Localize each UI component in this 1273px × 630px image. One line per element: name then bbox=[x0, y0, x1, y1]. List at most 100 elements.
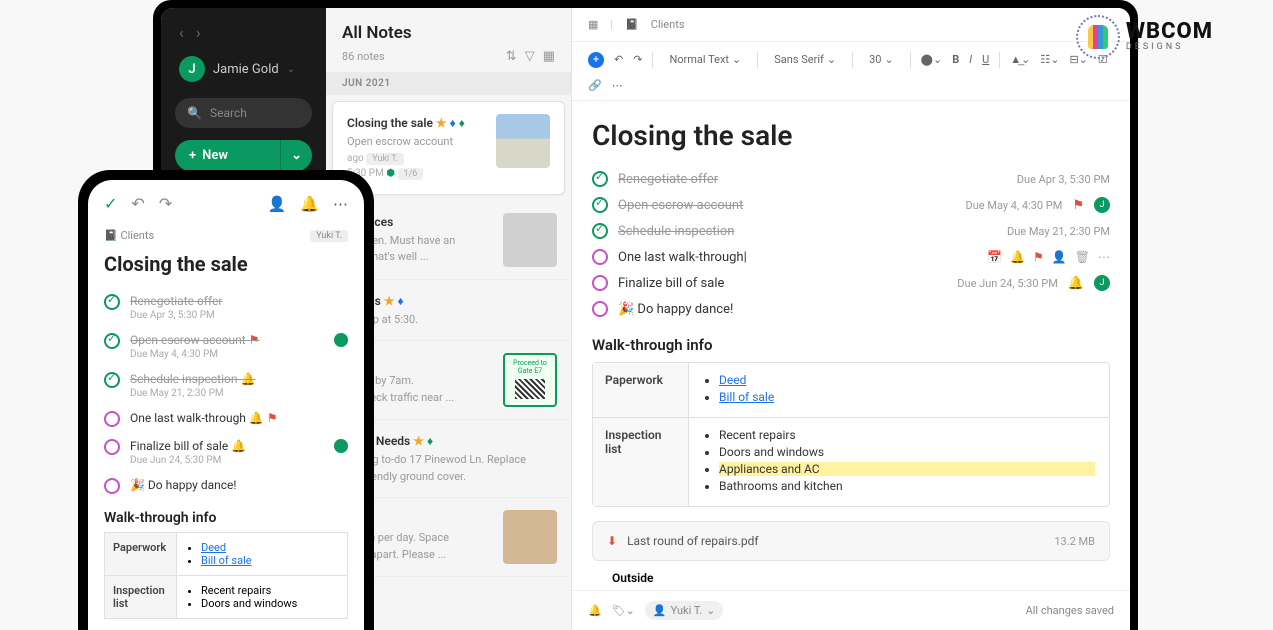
task-checkbox[interactable] bbox=[104, 411, 120, 427]
list-item: Recent repairs bbox=[719, 428, 1095, 442]
new-button[interactable]: +New ⌄ bbox=[175, 140, 312, 171]
task-checkbox[interactable] bbox=[104, 372, 120, 388]
info-table: Paperwork DeedBill of sale Inspection li… bbox=[592, 362, 1110, 507]
section-heading: Walk-through info bbox=[592, 336, 1110, 354]
underline-icon[interactable]: U bbox=[982, 53, 989, 66]
task-row[interactable]: 🎉 Do happy dance! bbox=[592, 296, 1110, 322]
link[interactable]: Bill of sale bbox=[201, 554, 252, 567]
check-icon[interactable]: ✓ bbox=[104, 194, 117, 213]
task-row[interactable]: Open escrow account ⚑Due May 4, 4:30 PM bbox=[104, 327, 348, 366]
color-icon[interactable]: ⬤⌄ bbox=[921, 53, 943, 66]
task-checkbox[interactable] bbox=[104, 333, 120, 349]
reminder-icon[interactable]: 🔔 bbox=[300, 195, 319, 213]
italic-icon[interactable]: I bbox=[969, 53, 972, 66]
task-checkbox[interactable] bbox=[592, 249, 608, 265]
pdf-icon: ⬇ bbox=[607, 534, 617, 548]
flag-icon: ⚑ bbox=[1072, 198, 1084, 213]
task-checkbox[interactable] bbox=[104, 478, 120, 494]
task-row[interactable]: One last walk-through| 📅 🔔 ⚑ 👤 🗑 ⋯ bbox=[592, 244, 1110, 270]
task-checkbox[interactable] bbox=[592, 171, 608, 187]
bell-icon: 🔔 bbox=[1068, 276, 1084, 291]
task-actions: 📅 🔔 ⚑ 👤 🗑 ⋯ bbox=[987, 250, 1110, 264]
task-checkbox[interactable] bbox=[592, 223, 608, 239]
nav-arrows: ‹ › bbox=[161, 23, 326, 42]
task-checkbox[interactable] bbox=[592, 197, 608, 213]
back-icon[interactable]: ‹ bbox=[179, 23, 184, 42]
crumb-text[interactable]: Clients bbox=[120, 229, 154, 242]
note-count: 86 notes bbox=[342, 50, 385, 63]
filter-icon[interactable]: ▽ bbox=[525, 49, 535, 64]
assign-icon[interactable]: 👤 bbox=[1052, 250, 1067, 264]
link[interactable]: Deed bbox=[719, 373, 746, 387]
task-checkbox[interactable] bbox=[104, 439, 120, 455]
bell-icon[interactable]: 🔔 bbox=[1010, 250, 1025, 264]
new-dropdown[interactable]: ⌄ bbox=[280, 140, 312, 171]
task-row[interactable]: One last walk-through 🔔 ⚑ bbox=[104, 405, 348, 433]
task-row[interactable]: Renegotiate offer Due Apr 3, 5:30 PM bbox=[592, 166, 1110, 192]
task-text: Finalize bill of sale bbox=[618, 276, 947, 291]
sort-icon[interactable]: ⇅ bbox=[506, 49, 517, 64]
editor-footer: 🔔 🏷⌄ 👤Yuki T.⌄ All changes saved bbox=[572, 590, 1130, 630]
assignee-avatar bbox=[334, 333, 348, 347]
more-icon[interactable]: ⋯ bbox=[1098, 250, 1110, 264]
link[interactable]: Deed bbox=[201, 541, 226, 554]
search-input[interactable]: 🔍 Search bbox=[175, 98, 312, 128]
task-checkbox[interactable] bbox=[592, 301, 608, 317]
search-icon: 🔍 bbox=[187, 106, 202, 120]
task-checkbox[interactable] bbox=[104, 294, 120, 310]
bold-icon[interactable]: B bbox=[952, 53, 959, 66]
task-row[interactable]: 🎉 Do happy dance! bbox=[104, 472, 348, 500]
list-item: Doors and windows bbox=[201, 597, 337, 610]
forward-icon[interactable]: › bbox=[196, 23, 201, 42]
font-select[interactable]: Sans Serif ⌄ bbox=[768, 50, 842, 69]
user-menu[interactable]: J Jamie Gold ⌄ bbox=[161, 56, 326, 82]
person-add-icon[interactable]: 👤 bbox=[268, 195, 287, 213]
size-select[interactable]: 30 ⌄ bbox=[863, 50, 900, 69]
task-row[interactable]: Open escrow accountDue May 4, 4:30 PM⚑J bbox=[592, 192, 1110, 218]
breadcrumb[interactable]: Clients bbox=[651, 18, 685, 31]
redo-icon[interactable]: ↷ bbox=[633, 53, 642, 66]
author-pill[interactable]: 👤Yuki T.⌄ bbox=[645, 601, 723, 620]
task-checkbox[interactable] bbox=[592, 275, 608, 291]
task-row[interactable]: Schedule inspectionDue May 21, 2:30 PM bbox=[592, 218, 1110, 244]
phone-frame: ✓↶↷ 👤🔔⋯ 📓 Clients Yuki T. Closing the sa… bbox=[78, 170, 374, 630]
editor-body[interactable]: Closing the sale Renegotiate offer Due Ap… bbox=[572, 101, 1130, 590]
task-row[interactable]: Renegotiate offerDue Apr 3, 5:30 PM bbox=[104, 288, 348, 327]
redo-icon[interactable]: ↷ bbox=[159, 194, 172, 213]
view-icon[interactable]: ▦ bbox=[543, 49, 555, 64]
phone-tasks: Renegotiate offerDue Apr 3, 5:30 PM Open… bbox=[88, 288, 364, 500]
author-tag: Yuki T. bbox=[366, 153, 404, 165]
link[interactable]: Bill of sale bbox=[719, 390, 774, 404]
editor-topbar: ▦ | 📓 Clients bbox=[572, 8, 1130, 42]
bell-icon[interactable]: 🔔 bbox=[588, 604, 602, 617]
insert-icon[interactable]: + bbox=[588, 52, 604, 68]
task-text: 🎉 Do happy dance! bbox=[618, 302, 1110, 317]
task-due: Due Jun 24, 5:30 PM bbox=[957, 277, 1058, 290]
more-icon[interactable]: ⋯ bbox=[333, 195, 348, 213]
task-row[interactable]: Finalize bill of sale Due Jun 24, 5:30 PM… bbox=[592, 270, 1110, 296]
note-item[interactable]: Closing the sale ★ ♦ ♦ Open escrow accou… bbox=[332, 101, 565, 195]
note-title[interactable]: Closing the sale bbox=[592, 119, 1110, 152]
task-text: Open escrow account bbox=[130, 333, 246, 347]
task-text: Renegotiate offer bbox=[618, 172, 1007, 187]
calendar-icon[interactable]: 📅 bbox=[987, 250, 1002, 264]
bullet-list-icon[interactable]: ☷⌄ bbox=[1040, 53, 1059, 66]
more-icon[interactable]: ⋯ bbox=[612, 79, 623, 92]
task-due: Due Apr 3, 5:30 PM bbox=[1017, 173, 1110, 186]
phone-title[interactable]: Closing the sale bbox=[88, 252, 364, 288]
format-select[interactable]: Normal Text ⌄ bbox=[663, 50, 747, 69]
attachment[interactable]: ⬇ Last round of repairs.pdf 13.2 MB bbox=[592, 521, 1110, 561]
tag-icon[interactable]: 🏷⌄ bbox=[612, 604, 635, 617]
phone-screen: ✓↶↷ 👤🔔⋯ 📓 Clients Yuki T. Closing the sa… bbox=[88, 180, 364, 630]
undo-icon[interactable]: ↶ bbox=[131, 194, 144, 213]
task-row[interactable]: Finalize bill of sale 🔔Due Jun 24, 5:30 … bbox=[104, 433, 348, 472]
undo-icon[interactable]: ↶ bbox=[614, 53, 623, 66]
search-placeholder: Search bbox=[210, 106, 247, 120]
link-icon[interactable]: 🔗 bbox=[588, 79, 602, 92]
task-row[interactable]: Schedule inspection 🔔Due May 21, 2:30 PM bbox=[104, 366, 348, 405]
expand-icon[interactable]: ▦ bbox=[588, 18, 598, 31]
highlight-icon[interactable]: ▲̲⌄ bbox=[1010, 53, 1030, 66]
task-text: One last walk-through| bbox=[618, 250, 977, 265]
flag-icon[interactable]: ⚑ bbox=[1033, 250, 1044, 264]
delete-icon[interactable]: 🗑 bbox=[1075, 250, 1090, 264]
